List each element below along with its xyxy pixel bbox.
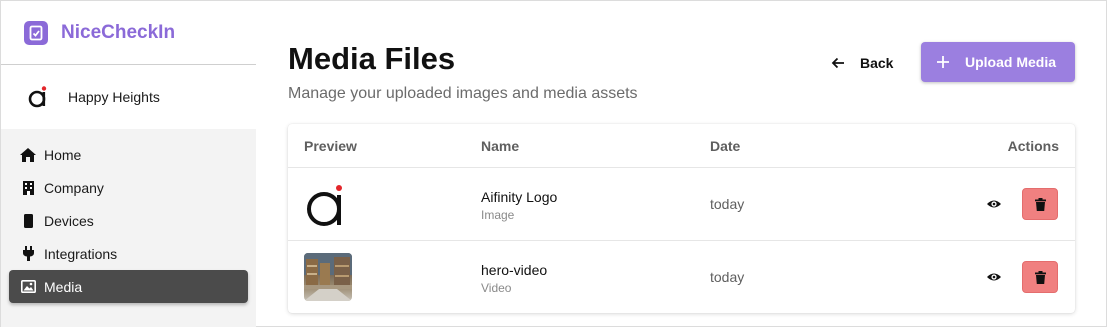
device-icon — [20, 213, 36, 229]
delete-button[interactable] — [1022, 261, 1058, 293]
sidebar-item-label: Devices — [44, 212, 94, 229]
eye-icon — [987, 200, 1001, 208]
media-type: Image — [481, 208, 515, 222]
arrow-left-icon — [831, 57, 844, 69]
back-button-label: Back — [860, 55, 894, 71]
home-icon — [20, 147, 36, 163]
aifinity-logo-icon — [307, 185, 342, 226]
trash-icon — [1034, 270, 1046, 284]
sidebar-item-label: Home — [44, 146, 82, 163]
sidebar-item-media[interactable]: Media — [9, 270, 248, 303]
sidebar-item-label: Media — [44, 278, 83, 295]
column-header-date: Date — [710, 137, 741, 154]
table-header: Preview Name Date Actions — [288, 124, 1075, 168]
sidebar-item-home[interactable]: Home — [9, 138, 248, 171]
plug-icon — [20, 246, 36, 262]
back-button[interactable]: Back — [831, 51, 893, 75]
media-type: Video — [481, 281, 512, 295]
image-icon — [20, 279, 36, 295]
page-title: Media Files — [288, 41, 456, 76]
media-name: hero-video — [481, 262, 548, 278]
org-selector[interactable]: Happy Heights — [1, 65, 256, 129]
sidebar-item-devices[interactable]: Devices — [9, 204, 248, 237]
table-row: Aifinity Logo Image today — [288, 168, 1075, 241]
media-name: Aifinity Logo — [481, 189, 558, 205]
delete-button[interactable] — [1022, 188, 1058, 220]
column-header-preview: Preview — [304, 137, 357, 154]
table-row: hero-video Video today — [288, 241, 1075, 313]
org-name: Happy Heights — [68, 89, 160, 105]
sidebar: NiceCheckIn Happy Heights Home Company D… — [1, 1, 256, 327]
sidebar-nav: Home Company Devices Integrations Media — [1, 129, 256, 303]
sidebar-item-label: Integrations — [44, 245, 118, 262]
media-table: Preview Name Date Actions Aifinity Logo … — [288, 124, 1075, 313]
view-button[interactable] — [986, 269, 1002, 285]
checkin-logo-icon — [24, 20, 48, 45]
sidebar-item-integrations[interactable]: Integrations — [9, 237, 248, 270]
media-date: today — [710, 269, 745, 285]
hero-video-preview — [304, 253, 352, 301]
view-button[interactable] — [986, 196, 1002, 212]
building-icon — [20, 180, 36, 196]
media-date: today — [710, 196, 745, 212]
brand-header[interactable]: NiceCheckIn — [1, 1, 256, 65]
column-header-actions: Actions — [1007, 137, 1059, 154]
warehouse-thumbnail — [304, 253, 352, 301]
aifinity-logo-preview — [304, 180, 352, 228]
sidebar-item-company[interactable]: Company — [9, 171, 248, 204]
upload-media-button[interactable]: Upload Media — [921, 42, 1075, 82]
page-subtitle: Manage your uploaded images and media as… — [288, 85, 638, 102]
eye-icon — [987, 273, 1001, 281]
plus-icon — [937, 56, 949, 68]
brand-name: NiceCheckIn — [61, 21, 176, 43]
org-logo-icon — [28, 86, 47, 108]
column-header-name: Name — [481, 137, 520, 154]
sidebar-item-label: Company — [44, 179, 104, 196]
main-content: Media Files Manage your uploaded images … — [256, 1, 1106, 327]
trash-icon — [1034, 197, 1046, 211]
upload-media-label: Upload Media — [965, 54, 1057, 70]
